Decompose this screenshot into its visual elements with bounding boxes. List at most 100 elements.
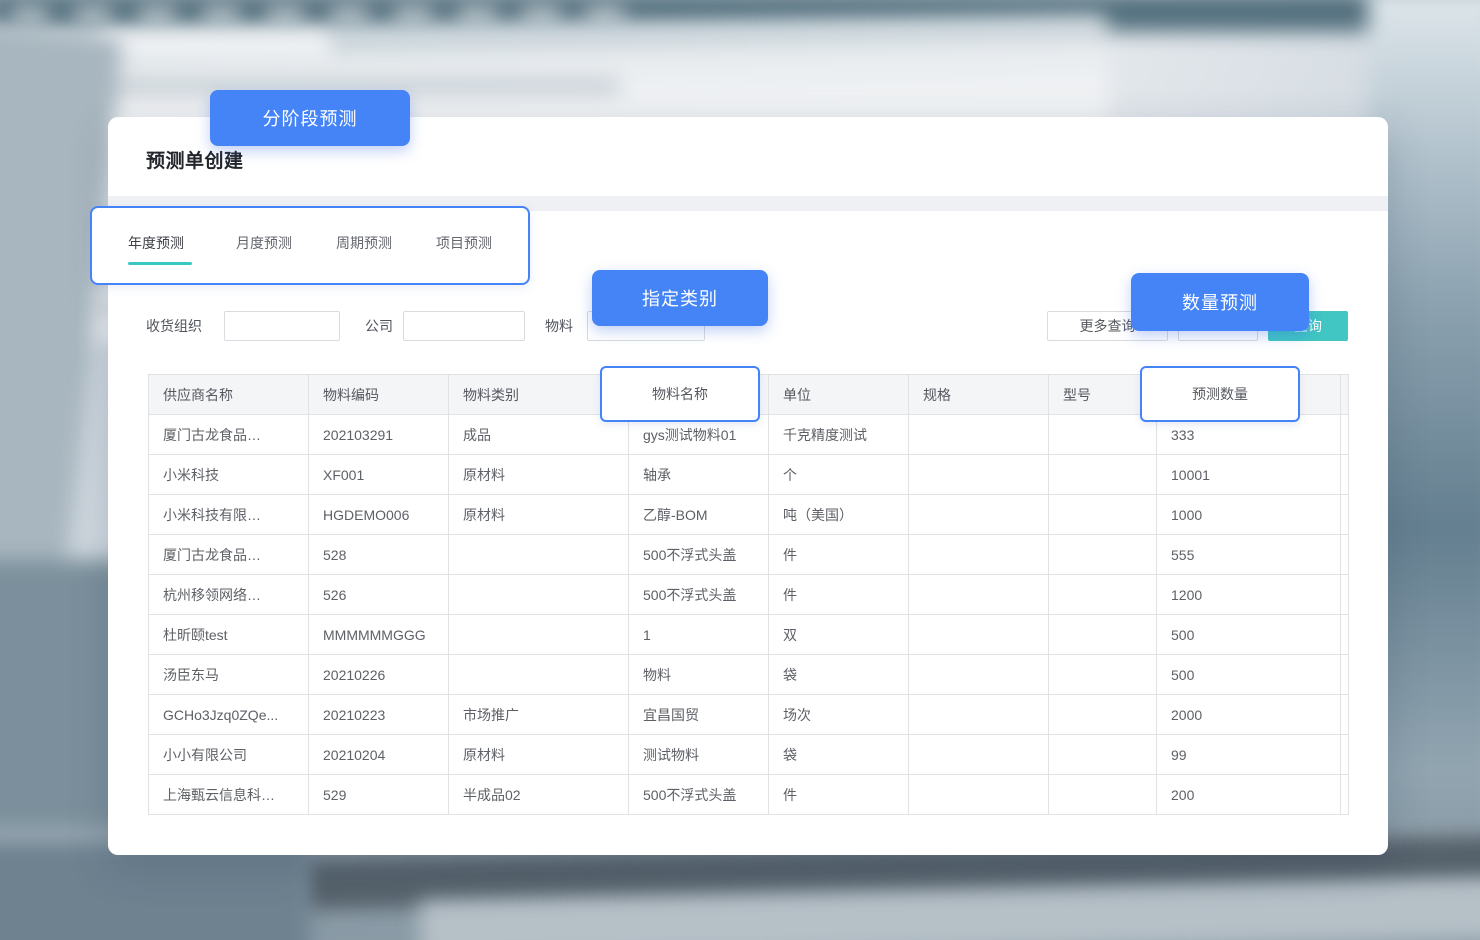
table-cell: [1049, 735, 1157, 775]
table-cell: [449, 575, 629, 615]
table-cell: GCHo3Jzq0ZQe...: [149, 695, 309, 735]
table-cell: [909, 415, 1049, 455]
table-cell: 小米科技: [149, 455, 309, 495]
table-cell: [1049, 775, 1157, 815]
table-row[interactable]: 上海甄云信息科…529半成品02500不浮式头盖件200: [149, 775, 1349, 815]
material-name-header-callout: 物料名称: [600, 366, 760, 422]
table-cell: 乙醇-BOM: [629, 495, 769, 535]
table-cell: 半成品02: [449, 775, 629, 815]
table-cell: 原材料: [449, 455, 629, 495]
phased-forecast-badge: 分阶段预测: [210, 90, 410, 146]
table-cell: 场次: [769, 695, 909, 735]
background-desk: [0, 842, 310, 940]
table-cell: [1341, 775, 1349, 815]
table-cell: XF001: [309, 455, 449, 495]
table-cell: 526: [309, 575, 449, 615]
column-header: 规格: [909, 375, 1049, 415]
company-label: 公司: [365, 311, 393, 341]
table-cell: 99: [1157, 735, 1341, 775]
receiving-org-input[interactable]: [224, 311, 340, 341]
table-cell: 双: [769, 615, 909, 655]
table-cell: [1341, 735, 1349, 775]
table-cell: [1049, 655, 1157, 695]
table-cell: 20210226: [309, 655, 449, 695]
table-row[interactable]: 汤臣东马20210226物料袋500: [149, 655, 1349, 695]
tab-period-forecast[interactable]: 周期预测: [336, 233, 392, 267]
forecast-qty-header-callout: 预测数量: [1140, 366, 1300, 422]
tab-monthly-forecast[interactable]: 月度预测: [236, 233, 292, 267]
table-cell: [909, 575, 1049, 615]
table-cell: 千克精度测试: [769, 415, 909, 455]
table-row[interactable]: 杜昕颐testMMMMMMGGG1双500: [149, 615, 1349, 655]
table-cell: 555: [1157, 535, 1341, 575]
table-cell: [1341, 535, 1349, 575]
table-cell: [909, 775, 1049, 815]
table-cell: 轴承: [629, 455, 769, 495]
specify-category-badge: 指定类别: [592, 270, 768, 326]
table-cell: [1341, 655, 1349, 695]
table-cell: 10001: [1157, 455, 1341, 495]
table-row[interactable]: 小米科技XF001原材料轴承个10001: [149, 455, 1349, 495]
forecast-table: 供应商名称物料编码物料类别单位规格型号厦门古龙食品…202103291成品gys…: [148, 374, 1349, 815]
table-cell: MMMMMMGGG: [309, 615, 449, 655]
table-row[interactable]: 小米科技有限…HGDEMO006原材料乙醇-BOM吨（美国）1000: [149, 495, 1349, 535]
table-cell: 2000: [1157, 695, 1341, 735]
table-cell: 1200: [1157, 575, 1341, 615]
table-cell: 529: [309, 775, 449, 815]
table-cell: [1049, 575, 1157, 615]
table-cell: [1049, 415, 1157, 455]
table-cell: 500: [1157, 615, 1341, 655]
table-cell: 500不浮式头盖: [629, 535, 769, 575]
quantity-forecast-badge: 数量预测: [1131, 273, 1309, 331]
table-cell: 上海甄云信息科…: [149, 775, 309, 815]
tabs-callout: 年度预测 月度预测 周期预测 项目预测: [90, 206, 530, 285]
table-cell: 件: [769, 775, 909, 815]
table-cell: [909, 655, 1049, 695]
table-cell: [1341, 615, 1349, 655]
table-cell: 1: [629, 615, 769, 655]
column-header: 物料编码: [309, 375, 449, 415]
table-cell: 小米科技有限…: [149, 495, 309, 535]
table-cell: 500不浮式头盖: [629, 775, 769, 815]
tab-annual-forecast[interactable]: 年度预测: [128, 233, 192, 267]
table-cell: 厦门古龙食品…: [149, 415, 309, 455]
table-row[interactable]: GCHo3Jzq0ZQe...20210223市场推广宜昌国贸场次2000: [149, 695, 1349, 735]
table-cell: 1000: [1157, 495, 1341, 535]
table-cell: [1341, 495, 1349, 535]
table-row[interactable]: 小小有限公司20210204原材料测试物料袋99: [149, 735, 1349, 775]
table-cell: 小小有限公司: [149, 735, 309, 775]
table-cell: [909, 535, 1049, 575]
table-cell: [1341, 695, 1349, 735]
background-menubar-text: [10, 9, 650, 22]
table-cell: 物料: [629, 655, 769, 695]
table-cell: 500: [1157, 655, 1341, 695]
table-cell: 袋: [769, 735, 909, 775]
table-cell: 杭州移领网络…: [149, 575, 309, 615]
table-cell: [1341, 415, 1349, 455]
table-cell: 20210204: [309, 735, 449, 775]
table-cell: 件: [769, 575, 909, 615]
material-label: 物料: [545, 311, 573, 341]
table-cell: HGDEMO006: [309, 495, 449, 535]
table-row[interactable]: 厦门古龙食品…528500不浮式头盖件555: [149, 535, 1349, 575]
table-cell: 20210223: [309, 695, 449, 735]
table-cell: [449, 655, 629, 695]
tab-label: 月度预测: [236, 233, 292, 253]
table-cell: 202103291: [309, 415, 449, 455]
table-cell: 袋: [769, 655, 909, 695]
table-cell: 528: [309, 535, 449, 575]
table-cell: [1049, 535, 1157, 575]
tab-project-forecast[interactable]: 项目预测: [436, 233, 492, 267]
table-cell: [1049, 695, 1157, 735]
column-header: [1341, 375, 1349, 415]
table-row[interactable]: 杭州移领网络…526 500不浮式头盖件 1200: [149, 575, 1349, 615]
table-cell: [1049, 495, 1157, 535]
table-cell: [909, 735, 1049, 775]
company-input[interactable]: [403, 311, 525, 341]
table-cell: [909, 615, 1049, 655]
table-cell: [1049, 455, 1157, 495]
table-cell: [1341, 455, 1349, 495]
receiving-org-label: 收货组织: [146, 311, 202, 341]
table-cell: 原材料: [449, 495, 629, 535]
table-cell: 500不浮式头盖: [629, 575, 769, 615]
